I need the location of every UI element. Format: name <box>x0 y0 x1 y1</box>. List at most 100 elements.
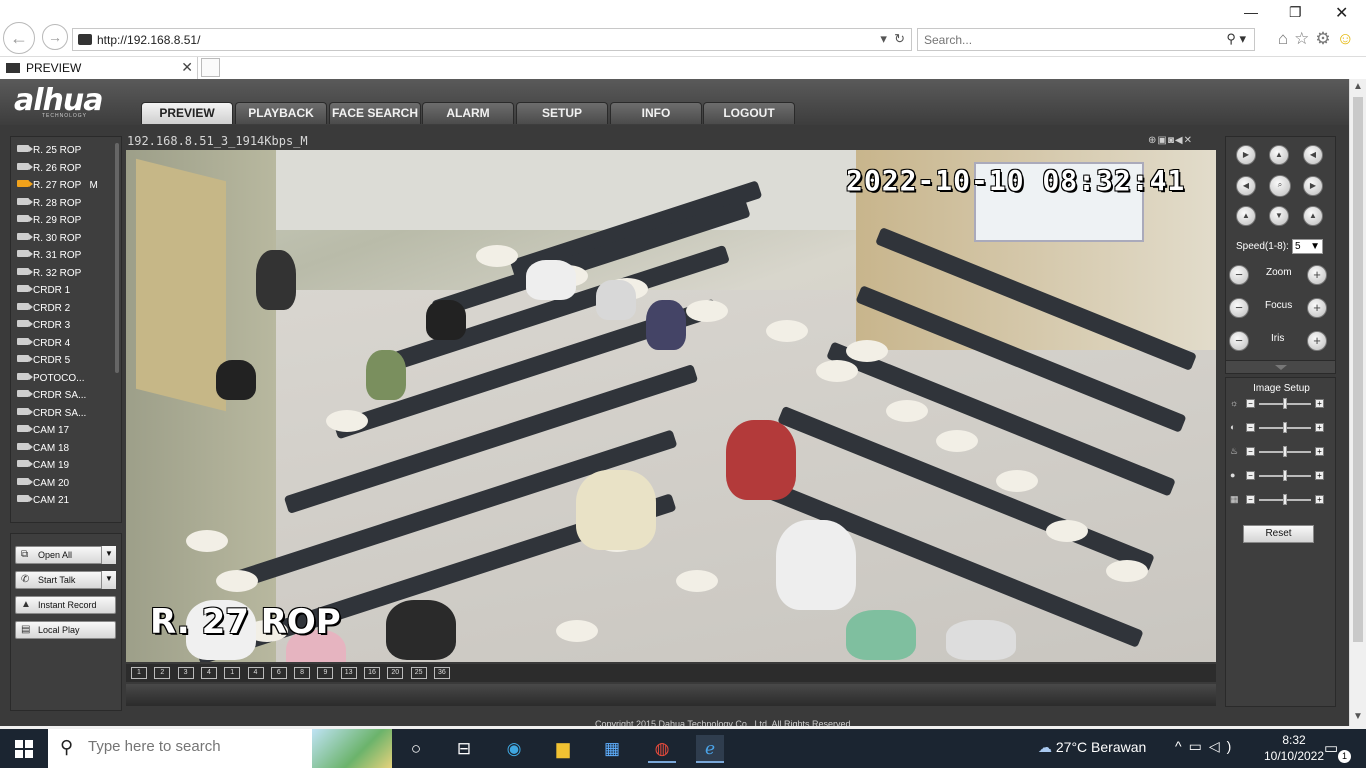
layout-button[interactable]: 36 <box>433 667 450 679</box>
channel-item[interactable]: CAM 21 <box>17 495 69 511</box>
slider-minus-button[interactable]: − <box>1246 447 1255 456</box>
chrome-icon[interactable]: ◍ <box>648 735 676 763</box>
browser-search[interactable]: ⚲ ▾ <box>917 28 1255 51</box>
layout-button[interactable]: 4 <box>247 667 264 679</box>
channel-item[interactable]: CRDR 3 <box>17 320 70 336</box>
menu-tab-alarm[interactable]: ALARM <box>422 102 514 124</box>
channel-item[interactable]: CRDR 4 <box>17 337 70 354</box>
menu-tab-info[interactable]: INFO <box>610 102 702 124</box>
restore-button[interactable]: ❐ <box>1289 4 1302 21</box>
close-video-icon[interactable]: ✕ <box>1184 135 1193 146</box>
slider-knob[interactable] <box>1283 446 1287 457</box>
channel-item[interactable]: R. 26 ROP <box>17 162 81 179</box>
ptz-up-button[interactable]: ▲ <box>1269 145 1289 165</box>
channel-item[interactable]: CAM 19 <box>17 460 69 476</box>
layout-button[interactable]: 3 <box>177 667 194 679</box>
layout-button[interactable]: 1 <box>131 667 147 679</box>
layout-button[interactable]: 1 <box>224 667 241 679</box>
ptz-down-right-button[interactable]: ▲ <box>1303 206 1323 226</box>
slider-minus-button[interactable]: − <box>1246 423 1255 432</box>
slider-minus-button[interactable]: − <box>1246 399 1255 408</box>
layout-button[interactable]: 2 <box>154 667 171 679</box>
menu-tab-setup[interactable]: SETUP <box>516 102 608 124</box>
speed-select[interactable]: 5 ▼ <box>1292 239 1323 254</box>
menu-tab-preview[interactable]: PREVIEW <box>141 102 233 124</box>
slider-minus-button[interactable]: − <box>1246 471 1255 480</box>
layout-button[interactable]: 6 <box>270 667 287 679</box>
audio-icon[interactable]: ◀ <box>1175 135 1184 146</box>
page-scrollbar[interactable]: ▲ ▼ <box>1349 79 1366 726</box>
open-all-dropdown[interactable]: ▼ <box>101 546 116 564</box>
channel-item[interactable]: R. 32 ROP <box>17 267 81 284</box>
slider-plus-button[interactable]: + <box>1315 399 1324 408</box>
reset-button[interactable]: Reset <box>1243 525 1314 543</box>
channel-item[interactable]: CRDR 5 <box>17 355 70 371</box>
back-button[interactable]: ← <box>3 22 35 54</box>
home-icon[interactable]: ⌂ <box>1278 29 1294 48</box>
slider-knob[interactable] <box>1283 398 1287 409</box>
slider-knob[interactable] <box>1283 494 1287 505</box>
camera-icon[interactable]: ◙ <box>1168 135 1175 146</box>
menu-tab-face-search[interactable]: FACE SEARCH <box>329 102 421 124</box>
start-talk-dropdown[interactable]: ▼ <box>101 571 116 589</box>
volume-icon[interactable]: ◁) <box>1209 738 1238 754</box>
start-talk-button[interactable]: ✆ Start Talk ▼ <box>15 571 116 589</box>
notification-icon[interactable]: ▭ <box>1324 739 1338 757</box>
favorites-icon[interactable]: ☆ <box>1294 29 1315 48</box>
channel-item[interactable]: R. 28 ROP <box>17 197 81 214</box>
cortana-icon[interactable]: ○ <box>402 735 430 763</box>
open-all-button[interactable]: ⧉ Open All ▼ <box>15 546 116 564</box>
search-highlight-art[interactable] <box>312 729 392 768</box>
slider-plus-button[interactable]: + <box>1315 447 1324 456</box>
forward-button[interactable]: → <box>42 24 68 50</box>
close-button[interactable]: ✕ <box>1335 3 1348 23</box>
scroll-down-icon[interactable]: ▼ <box>1353 711 1363 722</box>
layout-button[interactable]: 20 <box>387 667 404 679</box>
iris-minus-button[interactable]: − <box>1229 331 1249 351</box>
tab-close-icon[interactable]: ✕ <box>181 59 193 76</box>
channel-item[interactable]: CAM 17 <box>17 425 69 441</box>
address-url[interactable]: http://192.168.8.51/ <box>97 33 200 47</box>
ptz-up-right-button[interactable]: ◀ <box>1303 145 1323 165</box>
chevron-up-icon[interactable]: ^ <box>1175 738 1189 754</box>
refresh-icon[interactable]: ▾ ↻ <box>880 31 905 47</box>
slider-plus-button[interactable]: + <box>1315 423 1324 432</box>
channel-item[interactable]: CAM 20 <box>17 477 69 494</box>
channel-item[interactable]: CAM 18 <box>17 442 69 459</box>
scroll-thumb[interactable] <box>1353 97 1363 642</box>
focus-plus-button[interactable]: + <box>1307 298 1327 318</box>
menu-tab-playback[interactable]: PLAYBACK <box>235 102 327 124</box>
gear-icon[interactable]: ⚙ <box>1315 29 1336 48</box>
slider-minus-button[interactable]: − <box>1246 495 1255 504</box>
slider-knob[interactable] <box>1283 470 1287 481</box>
file-explorer-icon[interactable]: ▆ <box>549 735 577 763</box>
taskbar-clock[interactable]: 8:32 10/10/2022 <box>1262 732 1326 764</box>
taskbar-search[interactable]: ⚲ <box>48 729 392 768</box>
network-icon[interactable]: ▭ <box>1189 738 1209 754</box>
new-tab-button[interactable] <box>201 58 220 77</box>
browser-search-input[interactable] <box>924 30 1204 50</box>
ptz-down-button[interactable]: ▼ <box>1269 206 1289 226</box>
channel-item[interactable]: CRDR SA... <box>17 390 86 406</box>
ptz-center-button[interactable]: ⌕ <box>1269 175 1291 197</box>
tab-preview[interactable]: PREVIEW ✕ <box>0 57 198 79</box>
ptz-collapse-toggle[interactable] <box>1225 360 1336 374</box>
layout-button[interactable]: 25 <box>410 667 427 679</box>
ptz-right-button[interactable]: ▶ <box>1303 176 1323 196</box>
channel-item[interactable]: R. 29 ROP <box>17 215 81 231</box>
channel-item[interactable]: R. 30 ROP <box>17 232 81 249</box>
taskbar-search-input[interactable] <box>88 738 308 755</box>
search-icon[interactable]: ⚲ ▾ <box>1226 31 1246 47</box>
store-icon[interactable]: ▦ <box>598 735 626 763</box>
channel-item[interactable]: CRDR SA... <box>17 407 86 424</box>
channel-item[interactable]: CRDR 1 <box>17 285 70 301</box>
channel-item[interactable]: R. 27 ROP M <box>17 180 98 196</box>
address-bar[interactable]: http://192.168.8.51/ ▾ ↻ <box>72 28 912 51</box>
edge-icon[interactable]: ◉ <box>500 735 528 763</box>
channel-scrollbar[interactable] <box>115 143 119 373</box>
channel-item[interactable]: R. 31 ROP <box>17 250 81 266</box>
ptz-up-left-button[interactable]: ▶ <box>1236 145 1256 165</box>
zoom-minus-button[interactable]: − <box>1229 265 1249 285</box>
instant-record-button[interactable]: ▲ Instant Record <box>15 596 116 614</box>
menu-tab-logout[interactable]: LOGOUT <box>703 102 795 124</box>
